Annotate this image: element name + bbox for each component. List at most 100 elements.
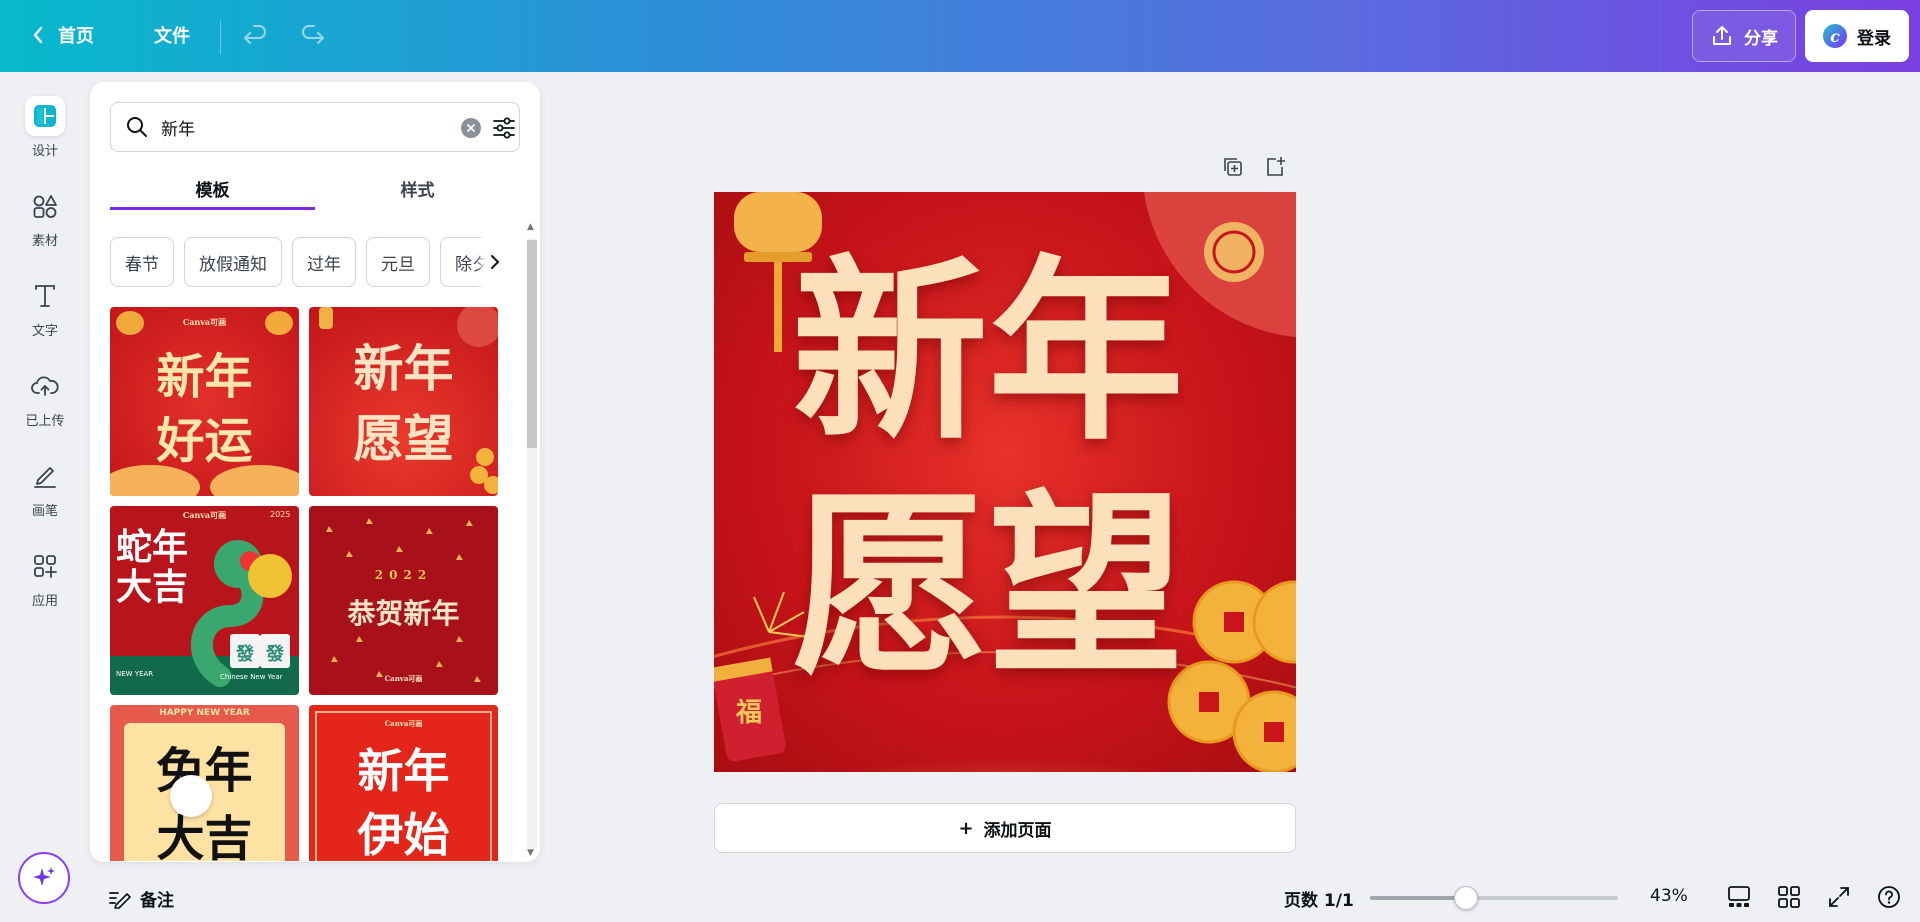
- rail-label-elements: 素材: [31, 234, 58, 249]
- chip-new-year[interactable]: 过年: [292, 237, 356, 287]
- template-title-line1: 新年: [353, 339, 454, 398]
- chip-yuandan[interactable]: 元旦: [366, 237, 430, 287]
- template-thumbnail[interactable]: 2022 恭贺新年 Canva可画: [309, 506, 498, 695]
- page-view-button[interactable]: [1726, 884, 1752, 914]
- poster-title-line1[interactable]: 新年: [792, 254, 1184, 450]
- home-button[interactable]: 首页: [32, 22, 94, 48]
- magic-assistant-button[interactable]: [18, 852, 70, 904]
- template-brand-tag: Canva可画: [182, 317, 227, 327]
- tab-templates[interactable]: 模板: [110, 170, 315, 210]
- file-menu-button[interactable]: 文件: [154, 22, 190, 48]
- template-year: 2022: [374, 568, 433, 582]
- notes-button[interactable]: 备注: [108, 886, 174, 911]
- zoom-slider-fill: [1370, 896, 1466, 900]
- template-thumbnail[interactable]: Canva可画 新年 伊始: [309, 705, 498, 861]
- design-panel: 模板 样式 春节 放假通知 过年 元旦 除夕 Canva可画 新年 好运 新: [90, 82, 540, 862]
- rail-item-elements[interactable]: 素材: [0, 186, 90, 249]
- chip-holiday-notice[interactable]: 放假通知: [184, 237, 282, 287]
- poster-title-line2[interactable]: 愿望: [792, 488, 1184, 684]
- keyword-chips: 春节 放假通知 过年 元旦 除夕: [110, 237, 500, 287]
- sparkle-icon: [33, 867, 55, 886]
- template-year: 2025: [270, 510, 291, 519]
- template-thumbnail[interactable]: Canva可画 新年 好运: [110, 307, 299, 496]
- search-icon: [127, 117, 147, 137]
- login-button[interactable]: c 登录: [1805, 10, 1909, 62]
- rail-label-uploads: 已上传: [25, 414, 65, 429]
- template-title-line1: 恭贺新年: [347, 597, 460, 630]
- template-badge: 發: [266, 644, 284, 665]
- design-canvas[interactable]: 新年 愿望 福: [714, 192, 1296, 772]
- zoom-slider[interactable]: [1370, 886, 1618, 910]
- pen-icon: [25, 456, 65, 496]
- fullscreen-button[interactable]: [1826, 884, 1852, 914]
- chevron-right-icon: [491, 255, 500, 269]
- cloud-upload-icon: [25, 366, 65, 406]
- template-title-line1: 新年: [156, 349, 253, 405]
- help-button[interactable]: [1876, 884, 1902, 914]
- zoom-percent[interactable]: 43%: [1650, 886, 1688, 906]
- rabbit-illustration: [170, 775, 212, 817]
- template-title-line2: 大吉: [116, 566, 189, 608]
- share-button[interactable]: 分享: [1692, 10, 1796, 62]
- top-bar: 首页 文件 分享 c 登录: [0, 0, 1920, 72]
- login-label: 登录: [1857, 28, 1891, 49]
- template-brand-tag: Canva可画: [384, 674, 423, 683]
- zoom-slider-handle[interactable]: [1453, 886, 1478, 910]
- scroll-up-icon[interactable]: ▲: [527, 222, 534, 232]
- tab-styles[interactable]: 样式: [315, 170, 520, 210]
- canva-logo-icon: c: [1823, 24, 1847, 48]
- panel-scrollbar[interactable]: ▲ ▼: [522, 220, 540, 860]
- add-page-icon: [1267, 157, 1285, 176]
- page-count[interactable]: 页数 1/1: [1284, 886, 1354, 911]
- template-badge: 發: [236, 644, 254, 665]
- rail-item-text[interactable]: 文字: [0, 276, 90, 339]
- layout-icon: [25, 96, 65, 136]
- text-icon: [25, 276, 65, 316]
- scroll-down-icon[interactable]: ▼: [527, 848, 534, 858]
- search-input[interactable]: [161, 117, 431, 137]
- template-thumbnail[interactable]: 新年 愿望: [309, 307, 498, 496]
- redo-button[interactable]: [300, 22, 326, 48]
- add-page-button[interactable]: + 添加页面: [714, 803, 1296, 853]
- undo-button[interactable]: [242, 22, 268, 48]
- chips-next-button[interactable]: [476, 237, 500, 287]
- help-icon: [1878, 886, 1900, 908]
- filter-button[interactable]: [491, 115, 517, 145]
- template-title-line1: 新年: [357, 744, 450, 798]
- template-header: HAPPY NEW YEAR: [159, 708, 250, 718]
- template-title-line2: 伊始: [357, 808, 450, 861]
- toolbar-divider: [220, 20, 221, 54]
- grid-view-button[interactable]: [1776, 884, 1802, 914]
- template-thumbnail[interactable]: Canva可画 2025 蛇年 大吉 發 發 NEW YEAR Chinese …: [110, 506, 299, 695]
- rail-item-uploads[interactable]: 已上传: [0, 366, 90, 429]
- home-label: 首页: [58, 26, 94, 47]
- scroll-thumb[interactable]: [527, 240, 537, 448]
- template-title-line2: 愿望: [353, 409, 454, 468]
- add-page-label: 添加页面: [983, 820, 1052, 841]
- left-rail: 设计 素材 文字 已上传 画笔 应用: [0, 72, 90, 922]
- share-upload-icon: [1713, 26, 1731, 45]
- add-page-icon-button[interactable]: [1264, 156, 1286, 182]
- fullscreen-icon: [1829, 887, 1849, 907]
- rail-label-apps: 应用: [31, 594, 58, 609]
- view-controls: [1726, 884, 1902, 914]
- chip-spring-festival[interactable]: 春节: [110, 237, 174, 287]
- rail-item-design[interactable]: 设计: [0, 96, 90, 159]
- poster-fu-character: 福: [736, 698, 763, 728]
- grid-view-icon: [1778, 886, 1800, 908]
- search-box: [110, 102, 520, 152]
- duplicate-icon: [1224, 158, 1242, 176]
- clear-search-button[interactable]: [461, 118, 481, 138]
- canvas-page-tools: [1222, 156, 1286, 182]
- duplicate-page-button[interactable]: [1222, 156, 1244, 182]
- rail-label-draw: 画笔: [31, 504, 58, 519]
- template-thumbnail[interactable]: HAPPY NEW YEAR 兔年 大吉: [110, 705, 299, 861]
- rail-item-draw[interactable]: 画笔: [0, 456, 90, 519]
- chevron-left-icon: [33, 26, 43, 44]
- rail-label-text: 文字: [31, 324, 58, 339]
- rail-item-apps[interactable]: 应用: [0, 546, 90, 609]
- shapes-icon: [25, 186, 65, 226]
- panel-tabs: 模板 样式: [110, 170, 520, 210]
- sliders-icon: [493, 117, 515, 139]
- template-brand-tag: Canva可画: [384, 719, 423, 728]
